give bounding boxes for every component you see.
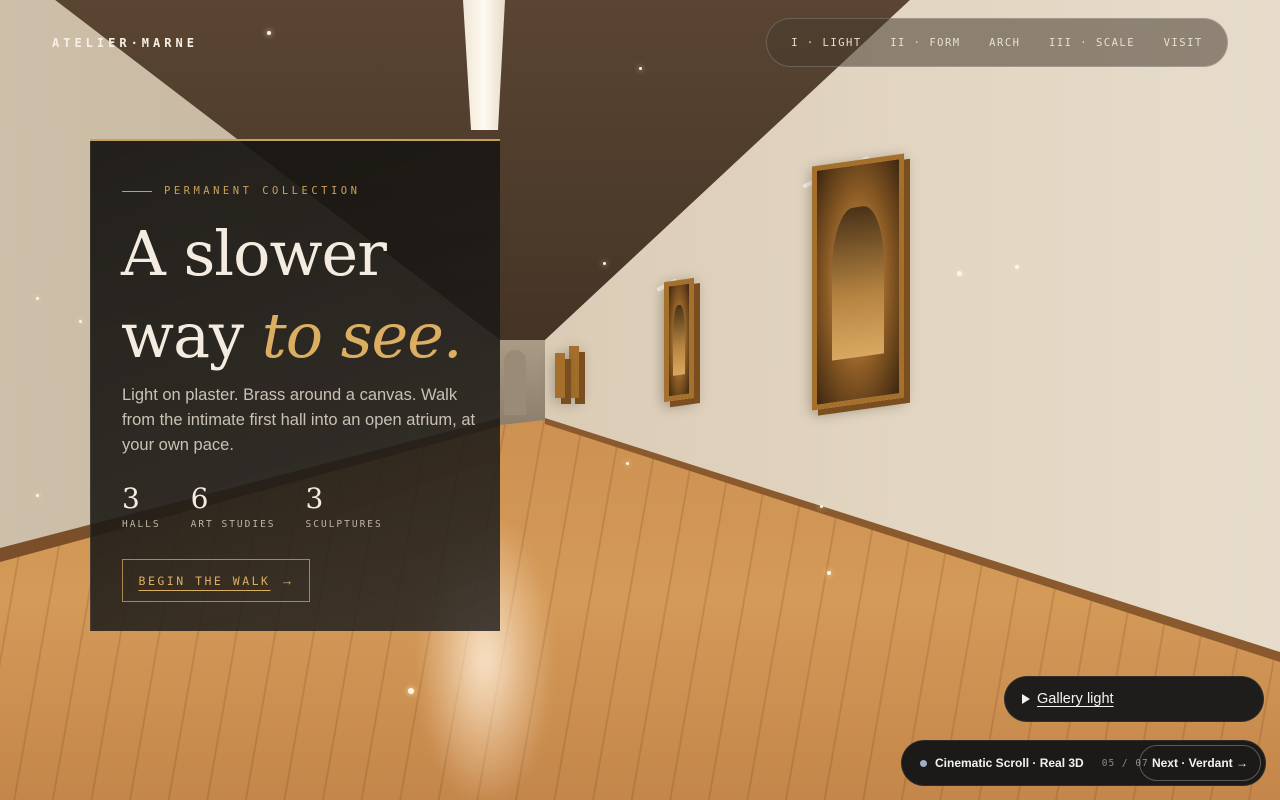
arrow-right-icon: → xyxy=(280,573,294,588)
dust-mote xyxy=(639,67,642,70)
corridor-arch xyxy=(504,350,526,415)
nav-item-light[interactable]: I · LIGHT xyxy=(791,37,861,49)
nav-item-form[interactable]: II · FORM xyxy=(890,37,960,49)
stat-halls: 3 HALLS xyxy=(122,481,161,530)
dust-mote xyxy=(820,505,823,508)
demo-title: Cinematic Scroll · Real 3D xyxy=(935,756,1084,770)
demo-navigation-bar: Cinematic Scroll · Real 3D 05 / 07 Next … xyxy=(901,740,1266,786)
stat-value: 3 xyxy=(305,482,324,515)
hero-description: Light on plaster. Brass around a canvas.… xyxy=(122,386,476,454)
stats-row: 3 HALLS 6 ART STUDIES 3 SCULPTURES xyxy=(122,481,383,530)
dust-mote xyxy=(267,31,271,35)
kicker-rule xyxy=(122,190,152,192)
stat-value: 6 xyxy=(190,482,209,515)
headline-line-1: A slower xyxy=(121,217,387,290)
framed-painting xyxy=(569,346,579,398)
begin-walk-label: BEGIN THE WALK xyxy=(138,573,271,588)
begin-walk-button[interactable]: BEGIN THE WALK → xyxy=(122,559,310,602)
stat-label: SCULPTURES xyxy=(305,519,383,530)
kicker: PERMANENT COLLECTION xyxy=(122,185,360,197)
stat-sculptures: 3 SCULPTURES xyxy=(306,481,383,530)
framed-painting xyxy=(812,153,904,411)
kicker-text: PERMANENT COLLECTION xyxy=(164,185,361,197)
stat-art-studies: 6 ART STUDIES xyxy=(191,481,276,530)
hero-headline: A slower way to see. xyxy=(121,213,463,377)
next-demo-button[interactable]: Next · Verdant → xyxy=(1138,745,1261,781)
nav-item-arch[interactable]: ARCH xyxy=(989,37,1020,49)
dust-mote xyxy=(603,262,606,265)
dust-mote xyxy=(827,571,831,575)
dust-mote xyxy=(408,688,414,694)
brand-logo[interactable]: ATELIER·MARNE xyxy=(52,36,198,50)
status-dot-icon xyxy=(920,759,927,767)
headline-accent: to see. xyxy=(261,299,463,372)
stat-value: 3 xyxy=(122,482,140,515)
play-icon xyxy=(1022,694,1030,704)
dust-mote xyxy=(79,320,82,323)
framed-painting xyxy=(555,353,565,398)
stat-label: HALLS xyxy=(122,519,161,530)
nav-item-visit[interactable]: VISIT xyxy=(1164,37,1203,49)
framed-painting xyxy=(664,277,694,403)
nav-item-scale[interactable]: III · SCALE xyxy=(1049,37,1135,49)
stat-label: ART STUDIES xyxy=(190,519,276,530)
dust-mote xyxy=(36,494,39,497)
dust-mote xyxy=(626,462,629,465)
dust-mote xyxy=(36,297,39,300)
next-demo-label: Next · Verdant → xyxy=(1151,756,1248,770)
hero-card: PERMANENT COLLECTION A slower way to see… xyxy=(90,139,500,631)
main-nav: I · LIGHT II · FORM ARCH III · SCALE VIS… xyxy=(766,18,1228,67)
dust-mote xyxy=(957,271,962,276)
headline-line-2: way xyxy=(121,299,262,372)
gallery-light-toggle[interactable]: Gallery light xyxy=(1004,676,1264,722)
gallery-light-label: Gallery light xyxy=(1037,691,1114,707)
dust-mote xyxy=(1015,265,1019,269)
